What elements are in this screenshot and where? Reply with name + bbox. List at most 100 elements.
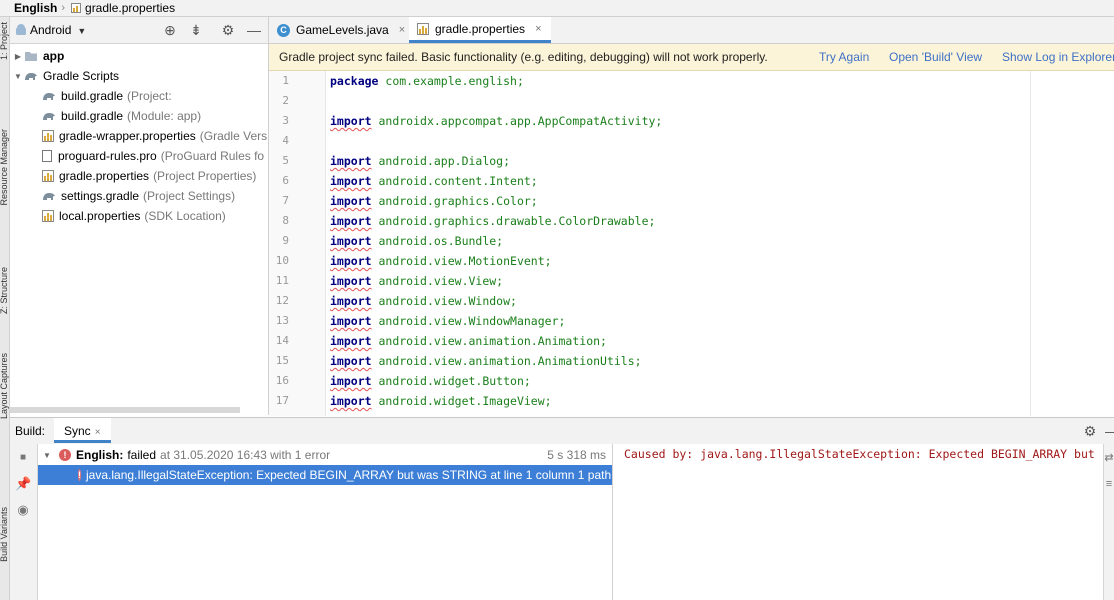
line-number: 11 (275, 274, 289, 287)
code-line[interactable]: import androidx.appcompat.app.AppCompatA… (330, 114, 662, 128)
gear-icon[interactable]: ⚙ (1082, 423, 1098, 439)
open-build-view-link[interactable]: Open 'Build' View (889, 50, 982, 64)
code-line[interactable]: import android.app.Dialog; (330, 154, 510, 168)
build-tree: ▼ ! English: failed at 31.05.2020 16:43 … (38, 444, 621, 600)
class-icon: C (277, 23, 290, 37)
chevron-down-icon[interactable]: ▼ (41, 451, 53, 460)
code-keyword: import (330, 374, 372, 388)
code-keyword: import (330, 214, 372, 228)
menu-icon[interactable]: ≡ (1101, 476, 1114, 492)
tree-item-description: (SDK Location) (144, 209, 226, 223)
tree-item-label: proguard-rules.pro (58, 149, 157, 163)
tool-tab-build-variants[interactable]: Build Variants (0, 507, 9, 562)
line-number: 3 (282, 114, 289, 127)
expand-arrow-icon[interactable]: ▼ (12, 72, 24, 81)
code-line[interactable]: import android.view.WindowManager; (330, 314, 565, 328)
build-tool-strip: ■ 📌 ◉ (10, 444, 38, 600)
code-line[interactable]: import android.view.View; (330, 274, 503, 288)
tree-item[interactable]: gradle-wrapper.properties (Gradle Vers (10, 126, 268, 146)
tab-gamelevels-java[interactable]: C GameLevels.java × (277, 17, 409, 43)
tab-label: GameLevels.java (296, 23, 389, 37)
pin-icon[interactable]: 📌 (15, 476, 31, 492)
tree-item[interactable]: build.gradle (Module: app) (10, 106, 268, 126)
close-icon[interactable]: × (95, 427, 101, 438)
collapse-icon[interactable]: ⇟ (188, 22, 204, 38)
gear-icon[interactable]: ⚙ (220, 22, 236, 38)
stop-icon[interactable]: ■ (15, 450, 31, 466)
left-tool-strip: 1: Project Resource Manager Z: Structure… (0, 17, 10, 600)
code-text: com.example.english; (385, 74, 524, 88)
tool-tab-resource-manager[interactable]: Resource Manager (0, 129, 9, 206)
tab-label: gradle.properties (435, 21, 526, 36)
code-line[interactable]: import android.widget.ImageView; (330, 394, 552, 408)
tree-item[interactable]: proguard-rules.pro (ProGuard Rules fo (10, 146, 268, 166)
code-text: android.widget.Button; (378, 374, 531, 388)
tree-item[interactable]: gradle.properties (Project Properties) (10, 166, 268, 186)
tree-item[interactable]: build.gradle (Project: (10, 86, 268, 106)
code-text: android.widget.ImageView; (378, 394, 552, 408)
breadcrumb-file[interactable]: gradle.properties (85, 1, 175, 15)
folder-icon (25, 52, 37, 61)
tree-item[interactable]: local.properties (SDK Location) (10, 206, 268, 226)
tree-item-label: app (43, 49, 65, 63)
code-keyword: import (330, 274, 372, 288)
breadcrumb-project[interactable]: English (14, 1, 57, 15)
line-number: 13 (275, 314, 289, 327)
close-icon[interactable]: × (399, 24, 405, 36)
code-text: android.graphics.drawable.ColorDrawable; (378, 214, 656, 228)
close-icon[interactable]: × (535, 23, 541, 35)
tree-item[interactable]: ▼ Gradle Scripts (10, 66, 268, 86)
line-number: 7 (282, 194, 289, 207)
code-line[interactable]: import android.os.Bundle; (330, 234, 503, 248)
build-panel-header: Build: Sync× ⚙ — (10, 417, 1114, 445)
show-log-in-explorer-link[interactable]: Show Log in Explorer (1002, 50, 1114, 64)
code-line[interactable]: import android.graphics.drawable.ColorDr… (330, 214, 655, 228)
code-line[interactable]: import android.view.Window; (330, 294, 517, 308)
tree-item-description: (Module: app) (127, 109, 202, 123)
code-keyword: import (330, 114, 372, 128)
code-line[interactable]: import android.widget.Button; (330, 374, 531, 388)
build-result-row[interactable]: ▼ ! English: failed at 31.05.2020 16:43 … (38, 445, 612, 465)
code-line[interactable]: import android.content.Intent; (330, 174, 538, 188)
build-output-text: Caused by: java.lang.IllegalStateExcepti… (624, 447, 1095, 461)
tree-item[interactable]: ▶ app (10, 46, 268, 66)
code-editor[interactable]: package com.example.english; import andro… (326, 71, 1114, 416)
code-text: android.graphics.Color; (378, 194, 538, 208)
properties-icon (42, 210, 54, 222)
properties-icon (42, 130, 54, 142)
tree-item-description: (Project Properties) (153, 169, 257, 183)
chevron-down-icon: ▼ (77, 26, 87, 36)
code-keyword: import (330, 334, 372, 348)
expand-arrow-icon[interactable]: ▶ (12, 52, 24, 61)
minimize-icon[interactable]: — (246, 22, 262, 38)
build-error-row[interactable]: ! java.lang.IllegalStateException: Expec… (38, 465, 621, 485)
line-number: 1 (282, 74, 289, 87)
eye-icon[interactable]: ◉ (15, 502, 31, 518)
code-text: android.os.Bundle; (378, 234, 504, 248)
tool-tab-layout-captures[interactable]: Layout Captures (0, 353, 9, 419)
properties-icon (42, 170, 54, 182)
line-number: 5 (282, 154, 289, 167)
project-view-selector[interactable]: Android ▼ (30, 23, 86, 37)
banner-message: Gradle project sync failed. Basic functi… (279, 50, 768, 64)
code-text: androidx.appcompat.app.AppCompatActivity… (378, 114, 663, 128)
code-line[interactable]: import android.graphics.Color; (330, 194, 538, 208)
minimize-icon[interactable]: — (1104, 423, 1114, 439)
build-output-console[interactable]: Caused by: java.lang.IllegalStateExcepti… (613, 444, 1103, 600)
tool-tab-structure[interactable]: Z: Structure (0, 267, 9, 314)
code-line[interactable]: package com.example.english; (330, 74, 524, 88)
tool-tab-project[interactable]: 1: Project (0, 22, 9, 60)
project-scrollbar[interactable] (10, 407, 240, 413)
soft-wrap-icon[interactable]: ⇄ (1101, 450, 1114, 466)
code-line[interactable]: import android.view.animation.AnimationU… (330, 354, 642, 368)
tree-item[interactable]: settings.gradle (Project Settings) (10, 186, 268, 206)
code-text: android.app.Dialog; (378, 154, 511, 168)
tab-sync[interactable]: Sync × (54, 418, 111, 443)
build-right-strip: ⇄ ≡ (1103, 444, 1114, 600)
try-again-link[interactable]: Try Again (819, 50, 869, 64)
build-duration: 5 s 318 ms (547, 448, 606, 462)
code-line[interactable]: import android.view.animation.Animation; (330, 334, 607, 348)
crosshair-icon[interactable]: ⊕ (162, 22, 178, 38)
tab-gradle-properties[interactable]: gradle.properties × (409, 17, 551, 43)
code-line[interactable]: import android.view.MotionEvent; (330, 254, 552, 268)
